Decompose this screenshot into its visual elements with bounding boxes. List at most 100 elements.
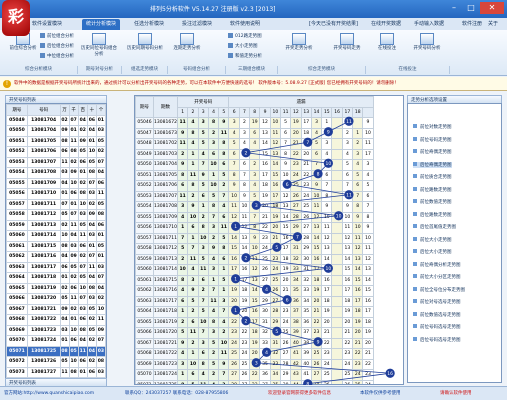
minimize-button[interactable]: – [446,2,462,14]
ribbon-button-2[interactable]: 历史同期号码分析 [126,33,164,51]
trend-row[interactable]: 0507113081725851143282723373530444228262… [135,379,374,384]
trend-row[interactable]: 05049 13081703 2 1 4 6 8 6 5 15 13 8 22 20 6 4 4 3 17 [135,148,374,160]
trend-option-item[interactable]: 前位大小分区走势图 [413,274,461,280]
trend-number-cell: 1 [187,159,199,171]
trend-row[interactable]: 05053 13081707 11 2 6 5 7 10 9 5 19 17 12 26 24 10 8 8 7 6 [135,190,374,202]
menu-tab-9[interactable]: 关于 [484,19,502,30]
trend-option-item[interactable]: 后位号码选号走势图 [413,336,461,343]
table-row[interactable]: 05063 13081717 06 05 07 11 03 [6,261,106,273]
trend-row[interactable]: 05070 13081724 1 6 4 2 7 27 26 22 36 34 29 43 41 27 25 25… [135,369,374,381]
menu-tab-5[interactable]: [今天已没有开奖结果] [305,19,362,30]
trend-option-item[interactable]: 后位首尾值走势图 [413,224,456,230]
table-row[interactable]: 05057 13081711 07 01 10 02 05 [6,198,106,210]
table-row[interactable]: 05069 13081723 03 10 08 05 09 [6,324,106,336]
table-row[interactable]: 05065 13081719 02 06 10 08 04 [6,282,106,294]
table-cell: 11 [95,314,106,326]
menu-tab-1[interactable]: 统计分析模块 [82,19,121,30]
ribbon-small-button-2[interactable]: 中位组合分析 [40,53,74,59]
trend-col-header-3: 4 [207,106,220,118]
trend-row[interactable]: 05055 13081709 4 10 2 7 6 12 11 7 21 19 14 28 26 12 10 10… [135,211,374,223]
trend-option-item[interactable]: 后位大小走势图 [413,249,452,255]
table-row[interactable]: 05072 13081726 05 10 06 02 08 [6,356,106,368]
trend-col-header-18 [362,106,374,118]
ribbon-button-6[interactable]: 在线投注 [368,33,406,51]
trend-row[interactable]: 05056 13081710 1 6 8 3 11 13 12 8 22 20 15 29 27 13 11 11… [135,222,374,234]
trend-row[interactable]: 05047 13081673 9 8 5 2 11 4 3 6 13 11 6 20 18 4 2 2 1 10 [135,127,374,139]
trend-option-item[interactable]: 前位奇偶走势图 [413,149,452,155]
table-row[interactable]: 05053 13081707 11 02 06 05 07 [6,156,106,168]
trend-row[interactable]: 05050 13081704 9 1 7 10 6 7 6 2 16 14 9 23 21 7 5 5 4 3 [135,159,374,171]
ribbon-button-1[interactable]: 历史同位号码组合分析 [80,33,118,57]
trend-row[interactable]: 05067 13081721 9 2 3 5 10 24 23 19 33 31 26 40 38 24 22 2… [135,337,374,349]
table-row[interactable]: 05052 13081706 06 08 05 10 02 [6,146,106,158]
ribbon-button-3[interactable]: 连期走势分析 [168,33,206,51]
table-row[interactable]: 05055 13081709 04 10 02 07 06 [6,177,106,189]
table-row[interactable]: 05059 13081713 02 11 05 04 06 [6,219,106,231]
menu-tab-8[interactable]: 软件注册 [458,19,486,30]
trend-row[interactable]: 05069 13081723 3 10 8 5 9 26 25 21 35 33 28 42 40 26 24 2… [135,358,374,370]
ribbon-small-button-0[interactable]: 前位组合分析 [40,33,74,39]
trend-row[interactable]: 05065 13081719 2 6 10 8 4 22 21 17 31 29 24 38 36 22 20 2… [135,316,374,328]
trend-option-item[interactable]: 前位号码选号走势图 [413,324,461,330]
trend-row[interactable]: 05054 13081708 3 9 1 8 4 11 10 6 20 18 13 27 25 11 9 9 8 7 [135,201,374,213]
table-row[interactable]: 05051 13081705 08 11 09 01 05 [6,135,106,147]
table-row[interactable]: 05064 13081718 01 02 05 04 07 [6,272,106,284]
trend-option-item[interactable]: 前位对号选号走势图 [413,299,461,305]
trend-option-item[interactable]: 后位奇偶走势图 [413,161,452,168]
menu-tab-4[interactable]: 软件使用说明 [226,19,264,30]
trend-row[interactable]: 05060 13081714 10 4 11 3 1 17 16 12 26 24 19 33 31 17 15… [135,264,374,276]
table-row[interactable]: 05073 13081727 11 08 01 06 03 [6,366,106,378]
ribbon-button-7[interactable]: 开奖号码分析 [408,33,446,51]
trend-option-item[interactable]: 前位大小走势图 [413,236,452,243]
ribbon-small-button-4[interactable]: 大小走势图 [228,43,258,49]
ribbon-button-4[interactable]: 开奖走势分析 [280,33,318,51]
table-row[interactable]: 05066 13081720 05 11 07 03 02 [6,293,106,305]
maximize-button[interactable]: □ [463,2,479,14]
trend-option-item[interactable]: 前位号码走势图 [413,136,452,143]
table-row[interactable]: 05070 13081724 01 06 04 02 07 [6,335,106,347]
menu-tab-7[interactable]: 手动输入数据 [410,19,448,30]
trend-option-item[interactable]: 前位质合走势图 [413,174,452,180]
trend-option-item[interactable]: 前位对数走势图 [413,124,452,130]
table-row[interactable]: 05067 13081721 09 02 03 05 10 [6,303,106,315]
menu-tab-3[interactable]: 投注过滤模块 [178,19,216,30]
trend-miss-cell: 19 [290,117,302,129]
trend-row[interactable]: 05051 13081705 8 11 9 1 5 8 7 3 17 15 10 24 22 8 6 6 5 4 [135,169,374,181]
table-row[interactable]: 05071 13081725 08 05 11 04 03 [6,345,106,357]
table-row[interactable]: 05056 13081710 01 06 08 03 11 [6,188,106,200]
table-row[interactable]: 05062 13081716 04 09 02 07 01 [6,251,106,263]
menu-tab-0[interactable]: 软件设置模块 [28,19,66,30]
table-row[interactable]: 05058 13081712 05 07 03 09 08 [6,209,106,221]
trend-option-item[interactable]: 前位数值选号走势图 [413,311,461,318]
trend-option-item[interactable]: 前位全号位分布走势图 [413,286,465,293]
trend-row[interactable]: 05061 13081715 8 3 6 1 5 18 17 13 27 25 20 34 32 18 16 16… [135,274,374,286]
trend-row[interactable]: 05063 13081717 6 5 7 11 3 20 19 15 29 27 22 36 34 20 18 1… [135,295,374,307]
menu-tab-6[interactable]: 在线开奖数据 [367,19,405,30]
trend-row[interactable]: 05062 13081716 4 9 2 7 1 19 18 14 28 26 21 35 33 19 17 17… [135,285,374,297]
trend-row[interactable]: 05048 13081702 11 4 5 3 8 5 4 4 14 12 7 21 19 5 3 3 2 11 [135,138,374,150]
table-row[interactable]: 05068 13081722 04 01 06 02 11 [6,314,106,326]
ribbon-small-button-3[interactable]: 012路走势图 [228,33,262,39]
trend-row[interactable]: 05068 13081722 4 1 6 2 11 25 24 20 34 32 27 41 39 25 23 2… [135,348,374,360]
trend-option-item[interactable]: 前位路数走势图 [413,186,452,193]
trend-row[interactable]: 05052 13081706 6 8 5 10 2 9 8 4 18 16 11 25 23 9 7 7 6 5 [135,180,374,192]
table-row[interactable]: 05061 13081715 08 03 06 01 05 [6,240,106,252]
trend-row[interactable]: 05046 13081672 11 4 3 8 9 3 2 19 12 10 5 19 17 3 1 1 9 [135,117,374,129]
menu-tab-2[interactable]: 任选分析模块 [130,19,168,30]
trend-row[interactable]: 05066 13081720 5 11 7 3 2 23 22 18 32 30 25 39 37 23 21 2… [135,327,374,339]
table-row[interactable]: 05054 13081708 03 09 01 08 04 [6,167,106,179]
table-row[interactable]: 05049 13081704 02 07 04 06 01 [6,114,106,126]
trend-row[interactable]: 05057 13081711 7 1 10 2 5 14 13 9 23 21 16 30 28 14 12 12… [135,232,374,244]
trend-option-item[interactable]: 前位奇偶分析走势图 [413,261,461,268]
table-row[interactable]: 05050 13081704 09 01 02 04 03 [6,125,106,137]
ribbon-small-button-1[interactable]: 后位组合分析 [40,43,74,49]
ribbon-button-5[interactable]: 开奖号码走势 [328,33,366,51]
table-row[interactable]: 05060 13081714 10 04 11 03 01 [6,230,106,242]
trend-option-item[interactable]: 前位数值走势图 [413,199,452,205]
trend-option-item[interactable]: 后位路数走势图 [413,211,452,218]
trend-row[interactable]: 05064 13081718 1 2 5 4 7 21 20 16 30 28 23 37 35 21 19 19… [135,306,374,318]
trend-row[interactable]: 05059 13081713 2 11 5 4 6 16 15 11 25 23 18 32 30 16 14 1… [135,253,374,265]
close-button[interactable]: ✕ [480,2,504,14]
ribbon-small-button-5[interactable]: 和值走势分析 [228,53,262,59]
trend-row[interactable]: 05058 13081712 5 7 3 9 8 15 14 10 24 22 17 31 29 15 13 13… [135,243,374,255]
